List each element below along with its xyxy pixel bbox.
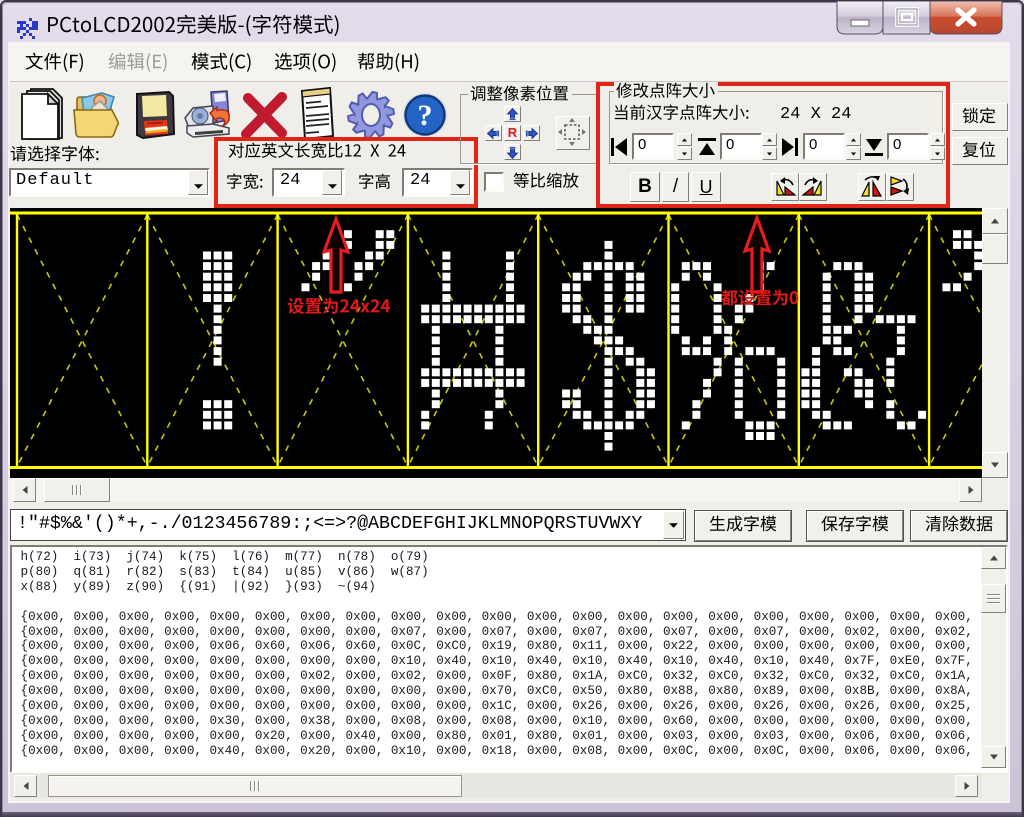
- svg-text:?: ?: [418, 99, 433, 132]
